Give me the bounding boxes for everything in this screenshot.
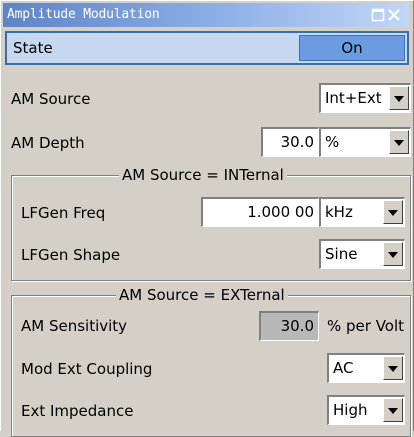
chevron-down-icon[interactable]: [383, 356, 403, 380]
lfgen-shape-label: LFGen Shape: [21, 246, 121, 264]
state-toggle-button[interactable]: On: [299, 35, 405, 61]
am-depth-label: AM Depth: [11, 134, 85, 152]
window-title: Amplitude Modulation: [7, 7, 160, 22]
am-source-value: Int+Ext: [325, 89, 382, 107]
internal-group-title: AM Source = INTernal: [119, 166, 287, 184]
mod-ext-coupling-value: AC: [333, 359, 354, 377]
chevron-down-icon[interactable]: [389, 130, 409, 154]
close-icon[interactable]: [387, 8, 401, 22]
title-bar: Amplitude Modulation: [3, 3, 409, 27]
lfgen-freq-unit-value: kHz: [325, 203, 353, 221]
external-group-title: AM Source = EXTernal: [116, 286, 288, 304]
lfgen-freq-unit-select[interactable]: kHz: [319, 197, 405, 227]
am-sensitivity-value: 30.0: [259, 311, 319, 341]
state-row: State On: [5, 31, 409, 65]
lfgen-freq-input[interactable]: 1.000 00: [201, 197, 319, 227]
am-source-select[interactable]: Int+Ext: [319, 83, 411, 113]
lfgen-shape-value: Sine: [325, 245, 358, 263]
ext-impedance-value: High: [333, 401, 368, 419]
mod-ext-coupling-select[interactable]: AC: [327, 353, 405, 383]
state-label: State: [13, 39, 53, 57]
amplitude-modulation-window: Amplitude Modulation State On AM Source …: [0, 0, 414, 437]
chevron-down-icon[interactable]: [389, 86, 409, 110]
am-sensitivity-unit: % per Volt: [327, 317, 405, 335]
am-depth-unit-select[interactable]: %: [319, 127, 411, 157]
am-source-label: AM Source: [11, 90, 91, 108]
chevron-down-icon[interactable]: [383, 200, 403, 224]
am-sensitivity-label: AM Sensitivity: [21, 317, 128, 335]
ext-impedance-select[interactable]: High: [327, 395, 405, 425]
mod-ext-coupling-label: Mod Ext Coupling: [21, 360, 153, 378]
chevron-down-icon[interactable]: [383, 242, 403, 266]
lfgen-shape-select[interactable]: Sine: [319, 239, 405, 269]
maximize-icon[interactable]: [371, 8, 385, 22]
lfgen-freq-label: LFGen Freq: [21, 204, 106, 222]
am-depth-input[interactable]: 30.0: [261, 127, 319, 157]
ext-impedance-label: Ext Impedance: [21, 402, 134, 420]
am-depth-unit-value: %: [325, 133, 340, 151]
chevron-down-icon[interactable]: [383, 398, 403, 422]
